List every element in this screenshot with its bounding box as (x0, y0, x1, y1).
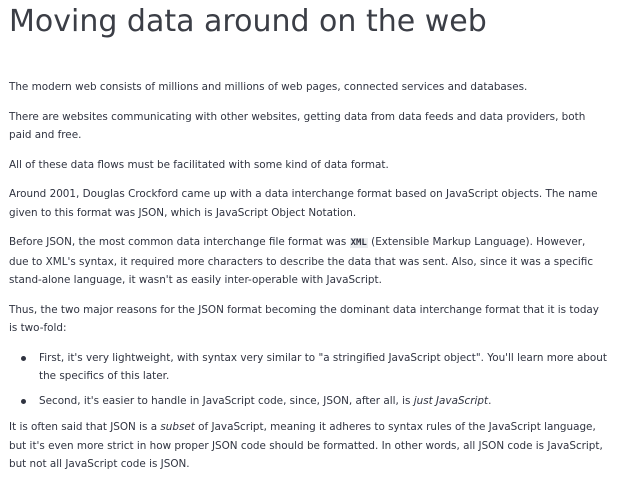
list-item: First, it's very lightweight, with synta… (9, 349, 607, 386)
list-item-text-end: . (488, 394, 492, 407)
emphasis-subset: subset (160, 421, 195, 433)
list-item-text: First, it's very lightweight, with synta… (39, 351, 607, 383)
emphasis-text: just JavaScript (413, 394, 489, 407)
reasons-list: First, it's very lightweight, with synta… (9, 349, 607, 411)
paragraph-data-flows: All of these data flows must be facilita… (9, 158, 389, 171)
paragraph-subset-text-start: It is often said that JSON is a (9, 421, 161, 433)
page-title: Moving data around on the web (9, 4, 487, 39)
paragraph-websites: There are websites communicating with ot… (9, 110, 586, 142)
paragraph-xml: Before JSON, the most common data interc… (9, 233, 607, 290)
paragraph-reasons: Thus, the two major reasons for the JSON… (9, 303, 599, 335)
paragraph-intro: The modern web consists of millions and … (9, 81, 528, 93)
bullet-icon (21, 355, 26, 361)
paragraph-history: Around 2001, Douglas Crockford came up w… (9, 188, 598, 219)
paragraph-subset: It is often said that JSON is a subset o… (9, 418, 607, 474)
bullet-icon (21, 398, 26, 404)
xml-code: XML (349, 238, 368, 248)
paragraph-xml-text-start: Before JSON, the most common data interc… (9, 236, 350, 248)
list-item-text-start: Second, it's easier to handle in JavaScr… (39, 394, 414, 407)
article-body: The modern web consists of millions and … (9, 78, 607, 485)
list-item: Second, it's easier to handle in JavaScr… (9, 392, 607, 411)
